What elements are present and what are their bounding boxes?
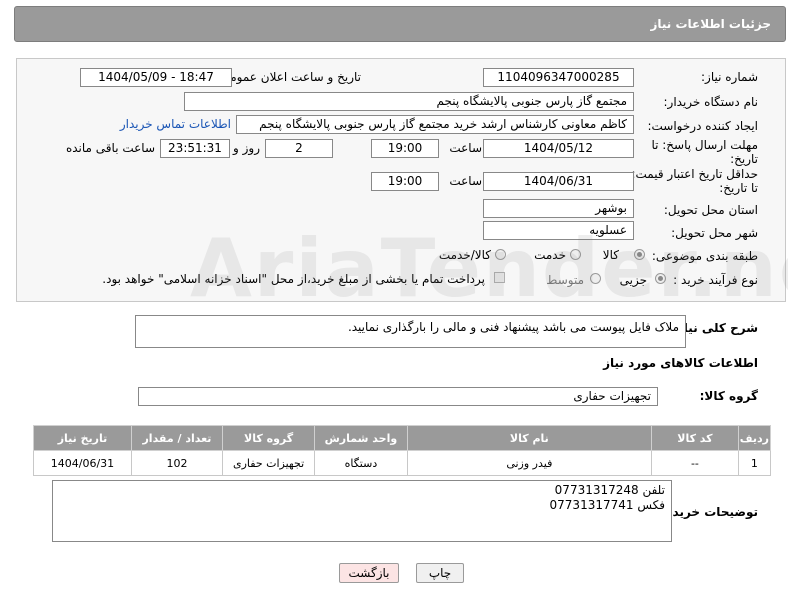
category-option-service: خدمت bbox=[534, 248, 566, 262]
cell-need-date: 1404/06/31 bbox=[33, 450, 132, 476]
process-radio-minor[interactable] bbox=[655, 273, 666, 284]
category-option-goods-service: کالا/خدمت bbox=[438, 248, 491, 262]
goods-table: ردیف کد کالا نام کالا واحد شمارش گروه کا… bbox=[33, 425, 772, 476]
goods-table-header: ردیف کد کالا نام کالا واحد شمارش گروه کا… bbox=[33, 425, 772, 451]
process-radio-medium[interactable] bbox=[590, 273, 601, 284]
buyer-org-label: نام دستگاه خریدار: bbox=[663, 95, 759, 109]
col-item-code: کد کالا bbox=[651, 425, 739, 451]
page-title: جزئیات اطلاعات نیاز bbox=[650, 17, 771, 31]
remaining-time-label: ساعت باقی مانده bbox=[65, 141, 155, 155]
deadline-date-field: 1404/05/12 bbox=[483, 139, 634, 158]
category-radio-goods-service[interactable] bbox=[495, 249, 506, 260]
buyer-notes-field: تلفن 07731317248 فکس 07731317741 bbox=[52, 480, 672, 542]
category-label: طبقه بندی موضوعی: bbox=[651, 249, 758, 263]
cell-quantity: 102 bbox=[130, 450, 223, 476]
category-radio-service[interactable] bbox=[570, 249, 581, 260]
col-item-name: نام کالا bbox=[406, 425, 653, 451]
deadline-time-field: 19:00 bbox=[371, 139, 439, 158]
validity-time-label: ساعت bbox=[449, 174, 482, 188]
col-row-number: ردیف bbox=[737, 425, 772, 451]
process-option-medium: متوسط bbox=[546, 273, 584, 287]
col-quantity: تعداد / مقدار bbox=[130, 425, 223, 451]
category-option-goods: کالا bbox=[602, 248, 619, 262]
days-label: روز و bbox=[233, 141, 260, 155]
province-label: استان محل تحویل: bbox=[663, 203, 758, 217]
process-option-minor: جزیی bbox=[619, 273, 647, 287]
need-number-field: 1104096347000285 bbox=[483, 68, 634, 87]
creator-field: کاظم معاونی کارشناس ارشد خرید مجتمع گاز … bbox=[236, 115, 634, 134]
col-unit: واحد شمارش bbox=[314, 425, 408, 451]
goods-section-title: اطلاعات کالاهای مورد نیاز bbox=[603, 356, 758, 370]
cell-unit: دستگاه bbox=[314, 450, 408, 476]
validity-date-field: 1404/06/31 bbox=[483, 172, 634, 191]
validity-label: حداقل تاریخ اعتبار قیمت: bbox=[631, 167, 758, 181]
payment-note: پرداخت تمام یا بخشی از مبلغ خرید،از محل … bbox=[102, 272, 485, 286]
cell-row-number: 1 bbox=[737, 450, 772, 476]
city-label: شهر محل تحویل: bbox=[671, 226, 758, 240]
goods-group-label: گروه کالا: bbox=[699, 389, 758, 403]
page-header: جزئیات اطلاعات نیاز bbox=[14, 6, 786, 42]
province-field: بوشهر bbox=[483, 199, 634, 218]
cell-item-group: تجهیزات حفاری bbox=[221, 450, 316, 476]
announce-date-field: 1404/05/09 - 18:47 bbox=[80, 68, 232, 87]
buyer-org-field: مجتمع گاز پارس جنوبی پالایشگاه پنجم bbox=[184, 92, 634, 111]
cell-item-code: -- bbox=[651, 450, 739, 476]
back-button[interactable]: بازگشت bbox=[339, 563, 399, 583]
deadline-label-date: تاریخ: bbox=[730, 152, 758, 166]
creator-label: ایجاد کننده درخواست: bbox=[647, 119, 758, 133]
need-number-label: شماره نیاز: bbox=[701, 70, 758, 84]
days-field: 2 bbox=[265, 139, 333, 158]
validity-time-field: 19:00 bbox=[371, 172, 439, 191]
validity-label-date: تا تاریخ: bbox=[719, 181, 758, 195]
category-radio-goods[interactable] bbox=[634, 249, 645, 260]
buyer-notes-fax: فکس 07731317741 bbox=[549, 498, 665, 512]
city-field: عسلویه bbox=[483, 221, 634, 240]
cell-item-name: فیدر وزنی bbox=[406, 450, 653, 476]
col-need-date: تاریخ نیاز bbox=[33, 425, 132, 451]
buyer-contact-link[interactable]: اطلاعات تماس خریدار bbox=[120, 117, 231, 131]
goods-group-field: تجهیزات حفاری bbox=[138, 387, 658, 406]
deadline-label: مهلت ارسال پاسخ: تا bbox=[651, 138, 758, 152]
process-label: نوع فرآیند خرید : bbox=[673, 273, 758, 287]
remaining-time-field: 23:51:31 bbox=[160, 139, 230, 158]
description-field: ملاک فایل پیوست می باشد پیشنهاد فنی و ما… bbox=[135, 315, 686, 348]
table-row: 1 -- فیدر وزنی دستگاه تجهیزات حفاری 102 … bbox=[33, 450, 772, 476]
col-item-group: گروه کالا bbox=[221, 425, 316, 451]
announce-date-label: تاریخ و ساعت اعلان عمومی: bbox=[216, 70, 361, 84]
print-button[interactable]: چاپ bbox=[416, 563, 464, 583]
treasury-checkbox[interactable] bbox=[494, 272, 505, 283]
buyer-notes-phone: تلفن 07731317248 bbox=[554, 483, 665, 497]
deadline-time-label: ساعت bbox=[449, 141, 482, 155]
